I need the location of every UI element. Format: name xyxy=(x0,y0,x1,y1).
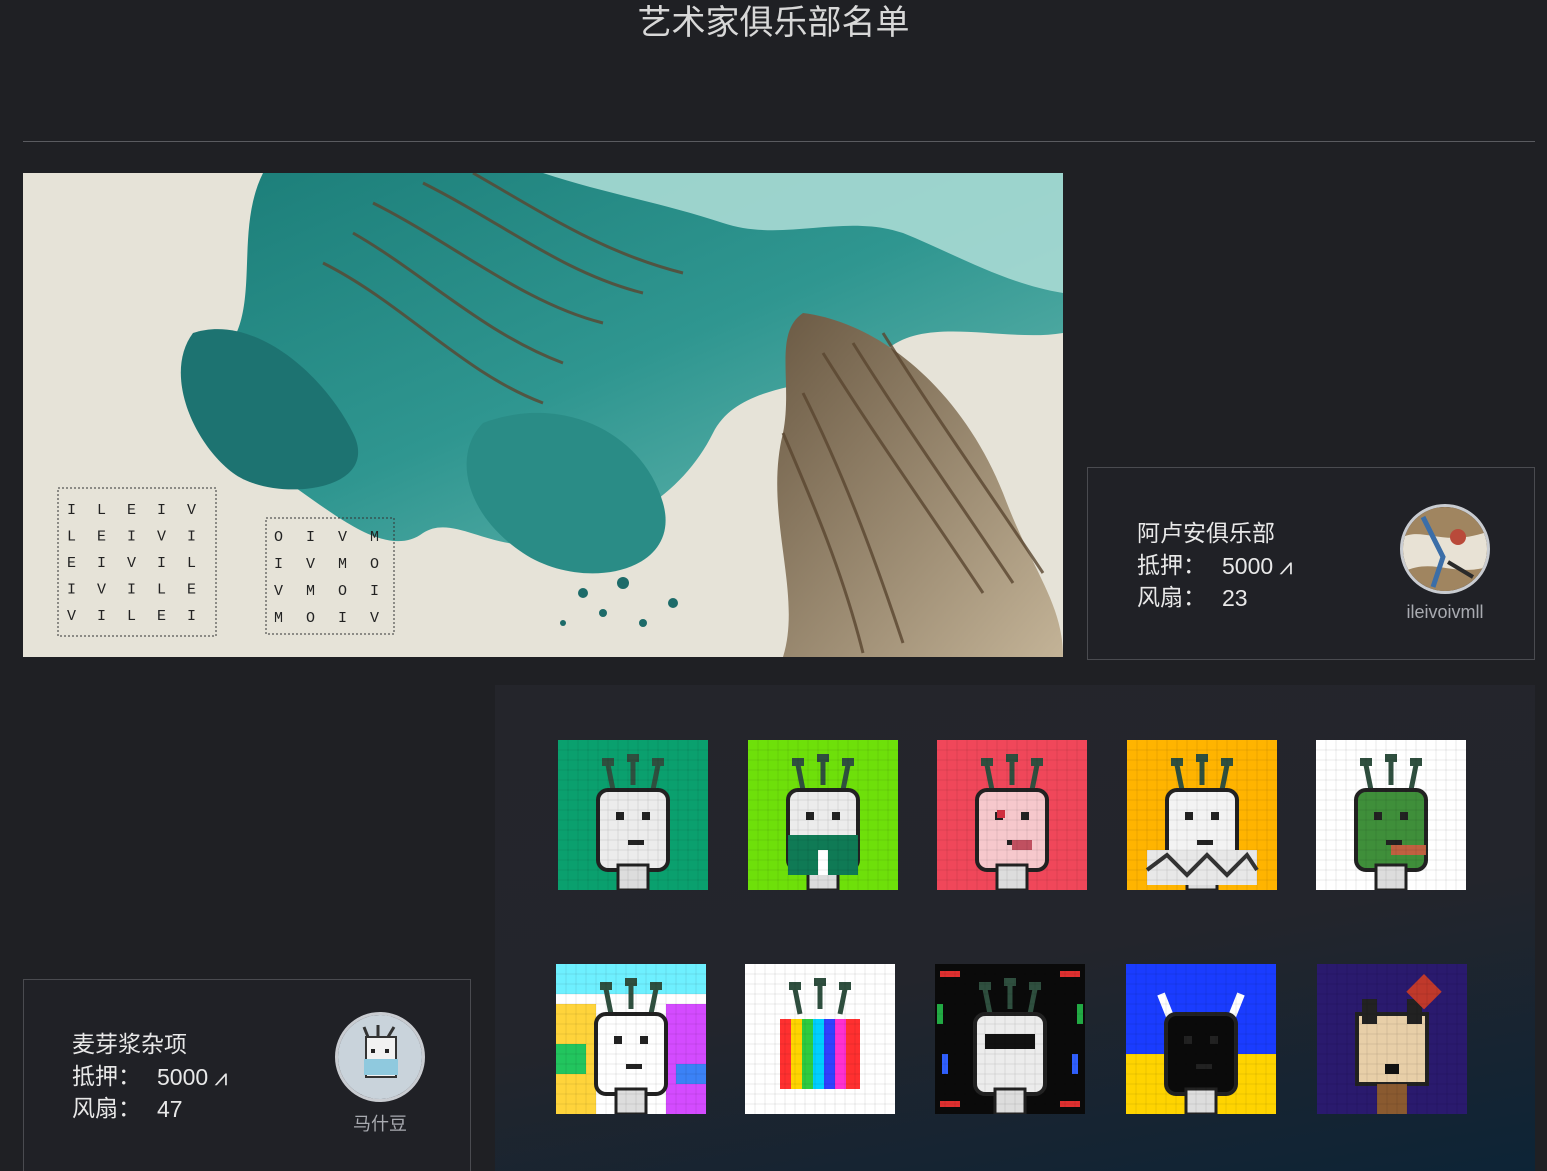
nft-pixel-art xyxy=(935,964,1085,1114)
banner-letter: V xyxy=(187,502,196,519)
owner-block[interactable]: 马什豆 xyxy=(320,1012,440,1136)
nft-pixel-art xyxy=(1316,740,1466,890)
fans-value: 47 xyxy=(157,1096,183,1122)
banner-letter: I xyxy=(187,529,196,546)
banner-letter: V xyxy=(127,555,136,572)
nft-pixel-art xyxy=(748,740,898,890)
header-divider xyxy=(23,141,1535,142)
nft-tile[interactable] xyxy=(1316,740,1466,890)
banner-letter: I xyxy=(127,582,136,599)
nft-tile[interactable] xyxy=(1126,964,1276,1114)
banner-letter: I xyxy=(187,608,196,625)
banner-letter: I xyxy=(97,608,106,625)
banner-letter: V xyxy=(97,582,106,599)
banner-letter: L xyxy=(97,502,106,519)
banner-letter: I xyxy=(67,582,76,599)
banner-letter: V xyxy=(274,583,283,600)
banner-letter: V xyxy=(338,529,347,546)
banner-letter: V xyxy=(67,608,76,625)
banner-letter: E xyxy=(127,502,136,519)
club-info: 阿卢安俱乐部 抵押： 5000 ⩘ 风扇： 23 xyxy=(1137,518,1293,614)
banner-letter: I xyxy=(338,610,347,627)
club-banner-image[interactable]: ILEIVLEIVIEIVILIVILEVILEI OIVMIVMOVMOIMO… xyxy=(23,173,1063,657)
owner-name[interactable]: 马什豆 xyxy=(320,1110,440,1136)
banner-letter: I xyxy=(370,583,379,600)
banner-art: I L E I VL E I V IE I V I LI V I L EV I L E I O I V MI V M OV M O IM O… xyxy=(23,173,1063,657)
banner-letter: I xyxy=(274,556,283,573)
banner-letter: L xyxy=(127,608,136,625)
banner-letter: M xyxy=(274,610,283,627)
club-name: 阿卢安俱乐部 xyxy=(1137,521,1275,547)
nft-tile[interactable] xyxy=(556,964,706,1114)
nft-tile[interactable] xyxy=(935,964,1085,1114)
banner-letter: O xyxy=(274,529,283,546)
banner-letter: M xyxy=(370,529,379,546)
fans-row: 风扇： 23 xyxy=(1137,582,1293,614)
banner-letter: I xyxy=(67,502,76,519)
club-name: 麦芽浆杂项 xyxy=(72,1032,187,1058)
nft-pixel-art xyxy=(745,964,895,1114)
nft-tile[interactable] xyxy=(748,740,898,890)
banner-letter: M xyxy=(306,583,315,600)
banner-letter: I xyxy=(127,529,136,546)
club-info: 麦芽浆杂项 抵押： 5000 ⩘ 风扇： 47 xyxy=(72,1029,228,1125)
stake-value: 5000 ⩘ xyxy=(1222,553,1293,579)
banner-letter: M xyxy=(338,556,347,573)
stake-row: 抵押： 5000 ⩘ xyxy=(1137,550,1293,582)
banner-letter: V xyxy=(370,610,379,627)
nft-tile[interactable] xyxy=(558,740,708,890)
banner-letter: V xyxy=(306,556,315,573)
owner-name[interactable]: ileivoivmll xyxy=(1385,602,1505,623)
nft-tile[interactable] xyxy=(1127,740,1277,890)
banner-letter: I xyxy=(157,555,166,572)
nft-tile[interactable] xyxy=(937,740,1087,890)
nft-pixel-art xyxy=(1126,964,1276,1114)
nft-pixel-art xyxy=(1127,740,1277,890)
banner-letter: E xyxy=(67,555,76,572)
page-title: 艺术家俱乐部名单 xyxy=(637,3,910,43)
nft-tile[interactable] xyxy=(745,964,895,1114)
avatar[interactable] xyxy=(1400,504,1490,594)
avatar[interactable] xyxy=(335,1012,425,1102)
nft-tile[interactable] xyxy=(1317,964,1467,1114)
nft-gallery xyxy=(495,685,1535,1171)
nft-pixel-art xyxy=(558,740,708,890)
banner-letter: E xyxy=(157,608,166,625)
banner-letter: L xyxy=(157,582,166,599)
banner-letter: E xyxy=(187,582,196,599)
stake-label: 抵押： xyxy=(72,1064,141,1090)
banner-letter: O xyxy=(338,583,347,600)
fans-label: 风扇： xyxy=(1137,585,1206,611)
owner-block[interactable]: ileivoivmll xyxy=(1385,504,1505,623)
banner-letter: I xyxy=(97,555,106,572)
nft-pixel-art xyxy=(937,740,1087,890)
banner-letter: O xyxy=(370,556,379,573)
banner-letter: O xyxy=(306,610,315,627)
banner-letter: L xyxy=(67,529,76,546)
nft-pixel-art xyxy=(1317,964,1467,1114)
banner-letter: V xyxy=(157,529,166,546)
fans-label: 风扇： xyxy=(72,1096,141,1122)
fans-value: 23 xyxy=(1222,585,1248,611)
stake-value: 5000 ⩘ xyxy=(157,1064,228,1090)
banner-letter: I xyxy=(157,502,166,519)
nft-pixel-art xyxy=(556,964,706,1114)
stake-label: 抵押： xyxy=(1137,553,1206,579)
banner-letter: L xyxy=(187,555,196,572)
banner-letter: E xyxy=(97,529,106,546)
stake-row: 抵押： 5000 ⩘ xyxy=(72,1061,228,1093)
fans-row: 风扇： 47 xyxy=(72,1093,228,1125)
banner-letter: I xyxy=(306,529,315,546)
